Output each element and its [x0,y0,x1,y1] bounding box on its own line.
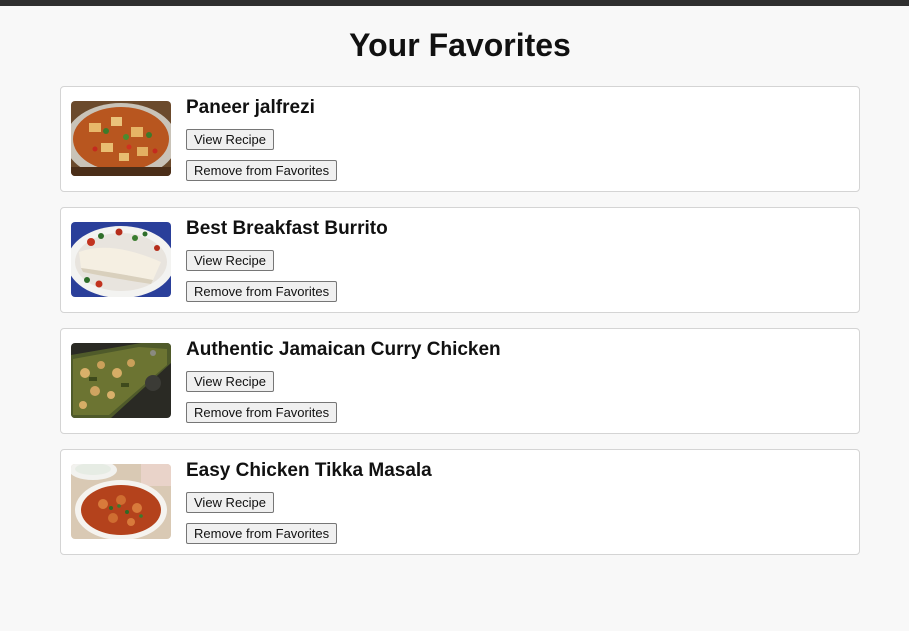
recipe-name: Authentic Jamaican Curry Chicken [186,339,501,360]
view-recipe-button[interactable]: View Recipe [186,250,275,271]
recipe-thumbnail [71,464,171,539]
recipe-thumbnail [71,101,171,176]
page-title: Your Favorites [349,27,571,63]
recipe-thumbnail [71,343,171,418]
remove-favorite-button[interactable]: Remove from Favorites [186,160,338,181]
recipe-name: Paneer jalfrezi [186,97,315,118]
view-recipe-button[interactable]: View Recipe [186,129,275,150]
remove-favorite-button[interactable]: Remove from Favorites [186,402,338,423]
view-recipe-button[interactable]: View Recipe [186,371,275,392]
remove-favorite-button[interactable]: Remove from Favorites [186,281,338,302]
favorites-list: Paneer jalfrezi View Recipe Remove from … [60,86,860,570]
top-bar [0,0,909,6]
jamaican-curry-chicken-photo [71,343,171,418]
chicken-tikka-masala-photo [71,464,171,539]
recipe-name: Easy Chicken Tikka Masala [186,460,432,481]
recipe-name: Best Breakfast Burrito [186,218,388,239]
remove-favorite-button[interactable]: Remove from Favorites [186,523,338,544]
favorite-card: Authentic Jamaican Curry Chicken View Re… [60,328,860,434]
favorite-card: Easy Chicken Tikka Masala View Recipe Re… [60,449,860,555]
view-recipe-button[interactable]: View Recipe [186,492,275,513]
favorite-card: Paneer jalfrezi View Recipe Remove from … [60,86,860,192]
favorite-card: Best Breakfast Burrito View Recipe Remov… [60,207,860,313]
breakfast-burrito-photo [71,222,171,297]
paneer-jalfrezi-photo [71,101,171,176]
recipe-thumbnail [71,222,171,297]
